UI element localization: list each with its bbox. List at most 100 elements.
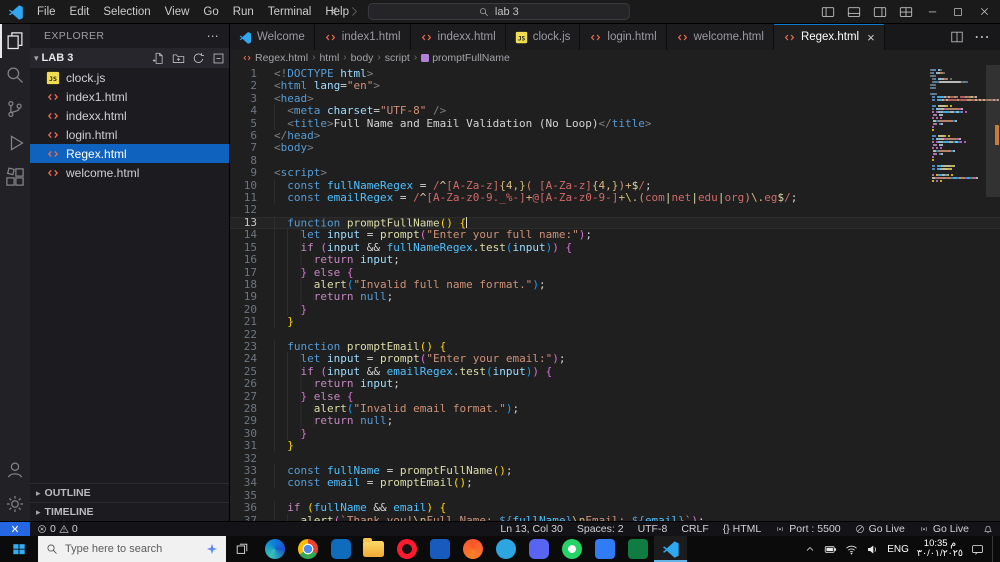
taskbar-app-edge[interactable]: [258, 536, 291, 562]
menu-go[interactable]: Go: [196, 0, 225, 23]
show-desktop-button[interactable]: [992, 536, 997, 562]
status-go-live-2[interactable]: Go Live: [912, 522, 976, 536]
taskbar-app-photos[interactable]: [588, 536, 621, 562]
code-editor[interactable]: 1 <!DOCTYPE html> 2 <html lang="en"> 3 <head>…: [230, 65, 1000, 521]
file-welcome.html[interactable]: welcome.html: [30, 163, 229, 182]
taskbar-app-discord[interactable]: [522, 536, 555, 562]
refresh-icon[interactable]: [192, 52, 205, 65]
breadcrumb-item[interactable]: script: [385, 52, 410, 64]
code-line-8[interactable]: 8: [230, 154, 1000, 167]
code-line-5[interactable]: 5 <title>Full Name and Email Validation …: [230, 116, 1000, 130]
breadcrumb-item[interactable]: body: [351, 52, 374, 64]
status-encoding[interactable]: UTF-8: [631, 522, 675, 536]
search-view-icon[interactable]: [0, 58, 30, 92]
taskbar-app-chrome[interactable]: [291, 536, 324, 562]
code-line-19[interactable]: 19 return null;: [230, 290, 1000, 304]
status-eol[interactable]: CRLF: [674, 522, 715, 536]
customize-layout-button[interactable]: [894, 1, 918, 23]
code-line-21[interactable]: 21 }: [230, 315, 1000, 329]
forward-button[interactable]: [348, 5, 361, 18]
task-view-button[interactable]: [226, 536, 258, 562]
remote-indicator[interactable]: [0, 522, 30, 536]
code-line-31[interactable]: 31 }: [230, 439, 1000, 453]
file-index1.html[interactable]: index1.html: [30, 87, 229, 106]
timeline-section[interactable]: ▸ TIMELINE: [30, 502, 229, 521]
wifi-icon[interactable]: [845, 543, 858, 556]
menu-view[interactable]: View: [158, 0, 197, 23]
code-line-20[interactable]: 20 }: [230, 302, 1000, 316]
tab-welcome[interactable]: Welcome: [230, 24, 315, 50]
toggle-sidebar-button[interactable]: [816, 1, 840, 23]
extensions-view-icon[interactable]: [0, 160, 30, 194]
tab-indexx-html[interactable]: indexx.html: [410, 24, 506, 50]
file-indexx.html[interactable]: indexx.html: [30, 106, 229, 125]
keyboard-language[interactable]: ENG: [887, 544, 909, 555]
taskbar-app-word[interactable]: [423, 536, 456, 562]
status-go-live[interactable]: Go Live: [848, 522, 912, 536]
taskbar-search-input[interactable]: Type here to search: [38, 536, 226, 562]
breadcrumb-item[interactable]: promptFullName: [421, 52, 510, 64]
battery-icon[interactable]: [824, 543, 837, 556]
code-line-6[interactable]: 6 </head>: [230, 129, 1000, 142]
minimap[interactable]: [930, 69, 1000, 183]
folder-lab3[interactable]: ▾ LAB 3: [30, 48, 229, 68]
tab-login-html[interactable]: login.html: [580, 24, 667, 50]
file-Regex.html[interactable]: Regex.html: [30, 144, 229, 163]
taskbar-app-brave[interactable]: [456, 536, 489, 562]
tab-clock-js[interactable]: clock.js: [505, 24, 581, 50]
settings-gear-icon[interactable]: [0, 487, 30, 521]
file-clock.js[interactable]: clock.js: [30, 68, 229, 87]
chevron-up-icon[interactable]: [804, 543, 816, 555]
tab-regex-html[interactable]: Regex.html ×: [773, 24, 885, 50]
code-line-30[interactable]: 30 }: [230, 426, 1000, 440]
menu-file[interactable]: File: [30, 0, 63, 23]
menu-selection[interactable]: Selection: [96, 0, 157, 23]
outline-section[interactable]: ▸ OUTLINE: [30, 483, 229, 502]
status-cursor-position[interactable]: Ln 13, Col 30: [493, 522, 569, 536]
speaker-icon[interactable]: [866, 543, 879, 556]
action-center-icon[interactable]: [971, 543, 984, 556]
status-language-mode[interactable]: {} HTML: [716, 522, 769, 536]
taskbar-app-opera[interactable]: [390, 536, 423, 562]
close-window-button[interactable]: [972, 1, 996, 23]
code-line-34[interactable]: 34 const email = promptEmail();: [230, 476, 1000, 490]
split-editor-icon[interactable]: [950, 30, 964, 44]
taskbar-app-telegram[interactable]: [489, 536, 522, 562]
taskbar-app-whatsapp[interactable]: [555, 536, 588, 562]
code-line-7[interactable]: 7 <body>: [230, 142, 1000, 155]
menu-terminal[interactable]: Terminal: [261, 0, 318, 23]
code-line-37[interactable]: 37 alert(`Thank you!\nFull Name: ${fullN…: [230, 513, 1000, 521]
run-debug-view-icon[interactable]: [0, 126, 30, 160]
file-login.html[interactable]: login.html: [30, 125, 229, 144]
toggle-panel-button[interactable]: [842, 1, 866, 23]
status-live-server-port[interactable]: Port : 5500: [768, 522, 847, 536]
taskbar-app-excel[interactable]: [621, 536, 654, 562]
new-file-icon[interactable]: [152, 52, 165, 65]
status-notifications[interactable]: [976, 522, 1000, 536]
start-button[interactable]: [0, 536, 38, 562]
status-indentation[interactable]: Spaces: 2: [570, 522, 631, 536]
code-line-12[interactable]: 12: [230, 204, 1000, 217]
code-line-29[interactable]: 29 return null;: [230, 414, 1000, 428]
taskbar-app-file-explorer[interactable]: [357, 536, 390, 562]
back-button[interactable]: [328, 5, 341, 18]
tab-close-icon[interactable]: ×: [867, 31, 875, 44]
editor-more-actions-icon[interactable]: ⋯: [974, 27, 990, 47]
code-line-2[interactable]: 2 <html lang="en">: [230, 79, 1000, 92]
search-input[interactable]: lab 3: [367, 3, 630, 20]
tab-index1-html[interactable]: index1.html: [314, 24, 411, 50]
menu-run[interactable]: Run: [226, 0, 261, 23]
menu-edit[interactable]: Edit: [63, 0, 97, 23]
clock[interactable]: 10:35 م ٣٠/٠١/٢٠٢٥: [917, 538, 963, 560]
tab-welcome-html[interactable]: welcome.html: [666, 24, 774, 50]
breadcrumb-item[interactable]: Regex.html: [242, 52, 308, 64]
explorer-view-icon[interactable]: [0, 24, 30, 58]
code-line-11[interactable]: 11 const emailRegex = /^[A-Za-z0-9._%-]+…: [230, 191, 1000, 205]
toggle-secondary-sidebar-button[interactable]: [868, 1, 892, 23]
source-control-view-icon[interactable]: [0, 92, 30, 126]
minimize-button[interactable]: [920, 1, 944, 23]
taskbar-app-vscode[interactable]: [654, 536, 687, 562]
breadcrumb-item[interactable]: html: [319, 52, 339, 64]
explorer-more-actions-icon[interactable]: ⋯: [207, 29, 219, 43]
maximize-button[interactable]: [946, 1, 970, 23]
